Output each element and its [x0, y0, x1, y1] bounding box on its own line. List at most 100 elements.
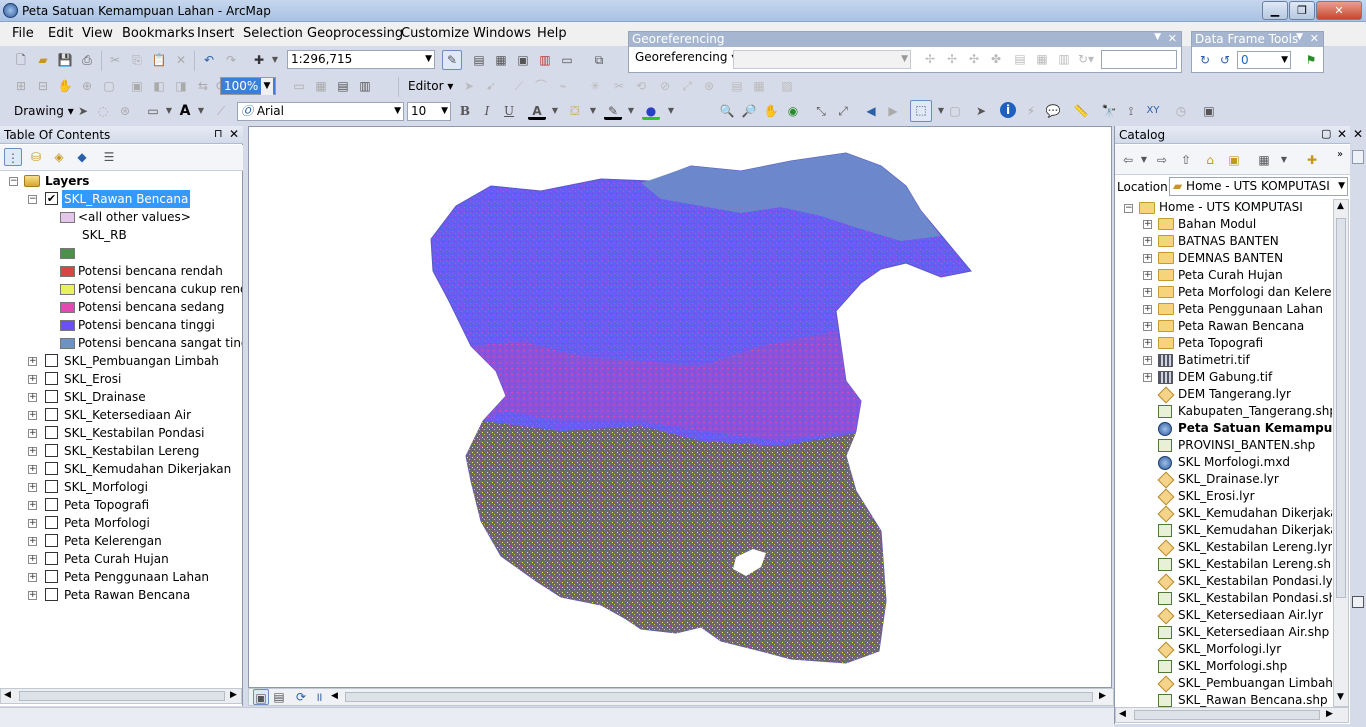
menu-customize[interactable]: Customize — [401, 26, 469, 41]
zoom-out-icon[interactable]: 🔎 — [740, 102, 758, 120]
expand-icon[interactable]: + — [28, 519, 37, 528]
georef-layer-combo[interactable]: ▼ — [733, 50, 911, 69]
point-icon[interactable]: ✳ — [586, 77, 604, 95]
line-color-icon[interactable]: ✎ — [604, 102, 622, 120]
clear-rotation-icon[interactable]: ↺ — [1216, 51, 1234, 69]
connect-folder-icon[interactable]: ▣ — [1225, 151, 1243, 169]
location-combo[interactable]: ▰ Home - UTS KOMPUTASI ▼ — [1169, 177, 1348, 196]
next-extent-icon[interactable]: ◨ — [172, 77, 190, 95]
catalog-item-label[interactable]: Peta Rawan Bencana — [1178, 318, 1332, 335]
bold-icon[interactable]: B — [456, 102, 474, 120]
expand-icon[interactable]: + — [1143, 254, 1152, 263]
edit-vertices-icon[interactable]: ⟋ — [212, 102, 230, 120]
font-size-combo[interactable]: 10 ▼ — [407, 102, 451, 121]
map-scale-combo[interactable]: 1:296,715 ▼ — [287, 50, 435, 69]
menu-view[interactable]: View — [82, 26, 113, 41]
rotate-dropdown-icon[interactable]: ↻▾ — [1077, 50, 1095, 68]
options-icon[interactable]: ☰ — [100, 148, 118, 166]
layer-visibility-checkbox[interactable] — [45, 462, 58, 475]
expand-icon[interactable]: + — [1143, 220, 1152, 229]
expand-icon[interactable]: + — [1143, 322, 1152, 331]
up-one-level-icon[interactable]: ⇧ — [1177, 151, 1195, 169]
toc-layer-label[interactable]: SKL_Kestabilan Pondasi — [64, 424, 205, 442]
rotate-icon[interactable]: ✢ — [921, 50, 939, 68]
expand-icon[interactable]: + — [28, 483, 37, 492]
rotate-data-frame-icon[interactable]: ↻ — [1196, 51, 1214, 69]
expand-icon[interactable]: + — [28, 537, 37, 546]
catalog-item-label[interactable]: DEM Gabung.tif — [1178, 369, 1332, 386]
toc-horizontal-scrollbar[interactable]: ◀ ▶ — [0, 688, 242, 704]
editor-toolbar-icon[interactable]: ✎ — [442, 50, 462, 70]
hyperlink-icon[interactable]: ⚡ — [1022, 102, 1040, 120]
layer-visibility-checkbox[interactable] — [45, 408, 58, 421]
arctoolbox-icon[interactable]: ▥ — [536, 51, 554, 69]
python-window-icon[interactable]: ▭ — [558, 51, 576, 69]
catalog-item-label[interactable]: SKL_Kestabilan Pondasi.shp — [1178, 590, 1332, 607]
georeferencing-menu[interactable]: Georeferencing ▾ — [635, 50, 737, 64]
menu-bookmarks[interactable]: Bookmarks — [122, 26, 195, 41]
auto-registration-icon[interactable]: ✤ — [987, 50, 1005, 68]
catalog-item-label[interactable]: SKL_Pembuangan Limbah.ly — [1178, 675, 1332, 692]
expand-icon[interactable]: + — [28, 573, 37, 582]
rotation-angle-combo[interactable]: 0 ▼ — [1237, 51, 1291, 69]
minimize-button[interactable]: ▁ — [1262, 1, 1288, 20]
expand-icon[interactable]: + — [28, 591, 37, 600]
close-icon[interactable]: ✕ — [229, 127, 239, 141]
toggle-contents-icon[interactable]: ▦ — [1255, 151, 1273, 169]
layer-visibility-checkbox[interactable] — [45, 516, 58, 529]
toc-layer-label[interactable]: Peta Morfologi — [64, 514, 150, 532]
expand-icon[interactable]: + — [28, 501, 37, 510]
catalog-item-label[interactable]: SKL_Morfologi.shp — [1178, 658, 1332, 675]
catalog-item-label[interactable]: SKL_Erosi.lyr — [1178, 488, 1332, 505]
catalog-horizontal-scrollbar[interactable]: ◀ ▶ — [1115, 707, 1349, 723]
change-layout-icon[interactable]: ▤ — [334, 77, 352, 95]
collapse-icon[interactable]: − — [1124, 204, 1133, 213]
fixed-zoom-in-icon[interactable]: ⤡ — [812, 102, 830, 120]
search-window-icon[interactable]: ▣ — [514, 51, 532, 69]
catalog-item-label[interactable]: SKL_Kemudahan Dikerjakan. — [1178, 505, 1332, 522]
zoom-to-selected-icon[interactable]: ⊛ — [116, 102, 134, 120]
paste-icon[interactable]: 📋 — [150, 51, 168, 69]
close-icon[interactable]: ✕ — [1310, 32, 1319, 45]
catalog-item-label[interactable]: SKL_Kestabilan Lereng.shp — [1178, 556, 1332, 573]
menu-geoprocessing[interactable]: Geoprocessing — [307, 26, 403, 41]
font-color-icon[interactable]: A — [528, 102, 546, 120]
data-driven-pages-icon[interactable]: ▥ — [356, 77, 374, 95]
collapse-icon[interactable]: − — [28, 195, 37, 204]
maximize-button[interactable]: ❐ — [1289, 1, 1315, 20]
go-forward-icon[interactable]: ▶ — [884, 102, 902, 120]
layer-visibility-checkbox[interactable] — [45, 588, 58, 601]
catalog-item-label[interactable]: DEM Tangerang.lyr — [1178, 386, 1332, 403]
link-table-icon[interactable]: ▦ — [1033, 50, 1051, 68]
go-back-icon[interactable]: ◀ — [862, 102, 880, 120]
catalog-item-label[interactable]: SKL_Morfologi.lyr — [1178, 641, 1332, 658]
time-slider-icon[interactable]: ◷ — [1172, 102, 1190, 120]
toc-layer-label[interactable]: Peta Topografi — [64, 496, 149, 514]
toggle-draft-icon[interactable]: ▭ — [290, 77, 308, 95]
layer-visibility-checkbox[interactable] — [45, 426, 58, 439]
catalog-item-label[interactable]: SKL_Ketersediaan Air.shp — [1178, 624, 1332, 641]
menu-file[interactable]: File — [12, 26, 34, 41]
catalog-item-label[interactable]: SKL_Kestabilan Lereng.lyr — [1178, 539, 1332, 556]
focus-data-frame-icon[interactable]: ▦ — [312, 77, 330, 95]
expand-icon[interactable]: + — [1143, 305, 1152, 314]
editor-menu[interactable]: Editor ▾ — [408, 79, 453, 93]
close-button[interactable]: ✕ — [1316, 1, 1362, 20]
expand-icon[interactable]: + — [1143, 288, 1152, 297]
views-dropdown-icon[interactable]: ▼ — [1275, 151, 1293, 169]
reset-transformation-icon[interactable]: ▥ — [1055, 50, 1073, 68]
expand-icon[interactable]: + — [1143, 237, 1152, 246]
catalog-item-label[interactable]: SKL_Drainase.lyr — [1178, 471, 1332, 488]
scroll-left-icon[interactable]: ◀ — [4, 690, 11, 700]
layer-visibility-checkbox[interactable] — [45, 570, 58, 583]
redo-icon[interactable]: ↷ — [222, 51, 240, 69]
expand-icon[interactable]: + — [28, 465, 37, 474]
close-icon[interactable]: ✕ — [1168, 32, 1177, 45]
expand-icon[interactable]: + — [1143, 356, 1152, 365]
menu-edit[interactable]: Edit — [48, 26, 73, 41]
zoom-in-icon[interactable]: 🔍 — [718, 102, 736, 120]
pin-icon[interactable]: ⊓ — [214, 127, 223, 140]
toc-layer-label[interactable]: Peta Rawan Bencana — [64, 586, 190, 604]
layers-root-label[interactable]: Layers — [45, 172, 89, 190]
home-folder-icon[interactable]: ⌂ — [1201, 151, 1219, 169]
